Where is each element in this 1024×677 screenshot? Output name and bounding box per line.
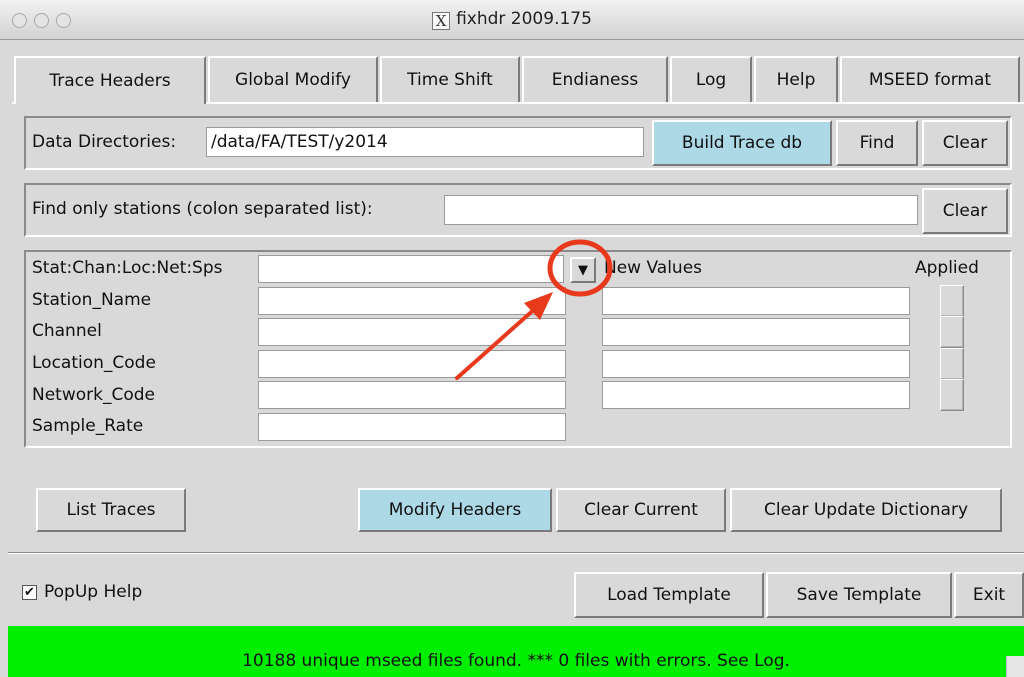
- highlight-circle: [547, 239, 613, 297]
- fixhdr-window: Xfixhdr 2009.175 Trace Headers Trace Hea…: [0, 0, 1024, 677]
- tab-label: Trace Headers: [49, 71, 171, 91]
- tab-trace-headers-face[interactable]: Trace Headers: [14, 56, 206, 104]
- annotation-arrow-shaft: [455, 304, 540, 380]
